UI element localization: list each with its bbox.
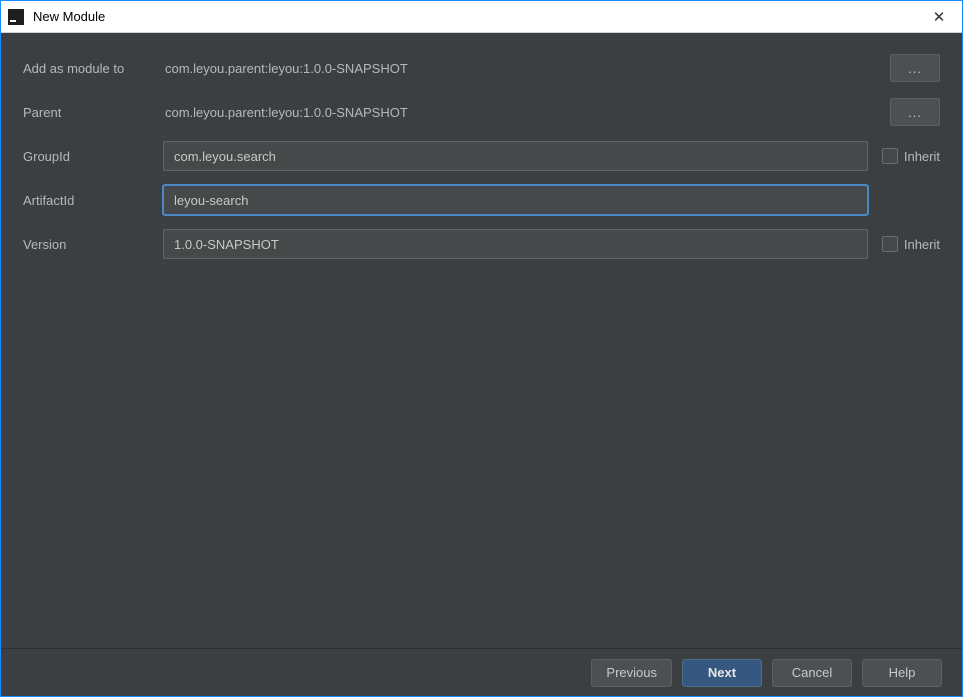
- parent-value: com.leyou.parent:leyou:1.0.0-SNAPSHOT: [163, 105, 880, 120]
- parent-label: Parent: [23, 105, 163, 120]
- groupid-label: GroupId: [23, 149, 163, 164]
- groupid-inherit-label: Inherit: [904, 149, 940, 164]
- parent-browse-button[interactable]: ...: [890, 98, 940, 126]
- version-input[interactable]: [163, 229, 868, 259]
- row-groupid: GroupId Inherit: [23, 141, 940, 171]
- row-parent: Parent com.leyou.parent:leyou:1.0.0-SNAP…: [23, 97, 940, 127]
- row-version: Version Inherit: [23, 229, 940, 259]
- groupid-input[interactable]: [163, 141, 868, 171]
- artifactid-label: ArtifactId: [23, 193, 163, 208]
- groupid-inherit[interactable]: Inherit: [882, 148, 940, 164]
- close-button[interactable]: ✕: [916, 1, 962, 33]
- version-inherit-label: Inherit: [904, 237, 940, 252]
- groupid-inherit-checkbox[interactable]: [882, 148, 898, 164]
- cancel-button[interactable]: Cancel: [772, 659, 852, 687]
- add-as-module-label: Add as module to: [23, 61, 163, 76]
- title-bar: New Module ✕: [1, 1, 962, 33]
- help-button[interactable]: Help: [862, 659, 942, 687]
- add-as-module-value: com.leyou.parent:leyou:1.0.0-SNAPSHOT: [163, 61, 880, 76]
- artifactid-input[interactable]: [163, 185, 868, 215]
- next-button[interactable]: Next: [682, 659, 762, 687]
- intellij-icon: [7, 8, 25, 26]
- version-inherit-checkbox[interactable]: [882, 236, 898, 252]
- dialog-footer: Previous Next Cancel Help: [1, 648, 962, 696]
- dialog-body: Add as module to com.leyou.parent:leyou:…: [1, 33, 962, 648]
- version-inherit[interactable]: Inherit: [882, 236, 940, 252]
- window-title: New Module: [33, 9, 105, 24]
- row-add-as-module: Add as module to com.leyou.parent:leyou:…: [23, 53, 940, 83]
- add-as-module-browse-button[interactable]: ...: [890, 54, 940, 82]
- close-icon: ✕: [933, 8, 946, 26]
- previous-button[interactable]: Previous: [591, 659, 672, 687]
- new-module-dialog: New Module ✕ Add as module to com.leyou.…: [0, 0, 963, 697]
- version-label: Version: [23, 237, 163, 252]
- row-artifactid: ArtifactId Inherit: [23, 185, 940, 215]
